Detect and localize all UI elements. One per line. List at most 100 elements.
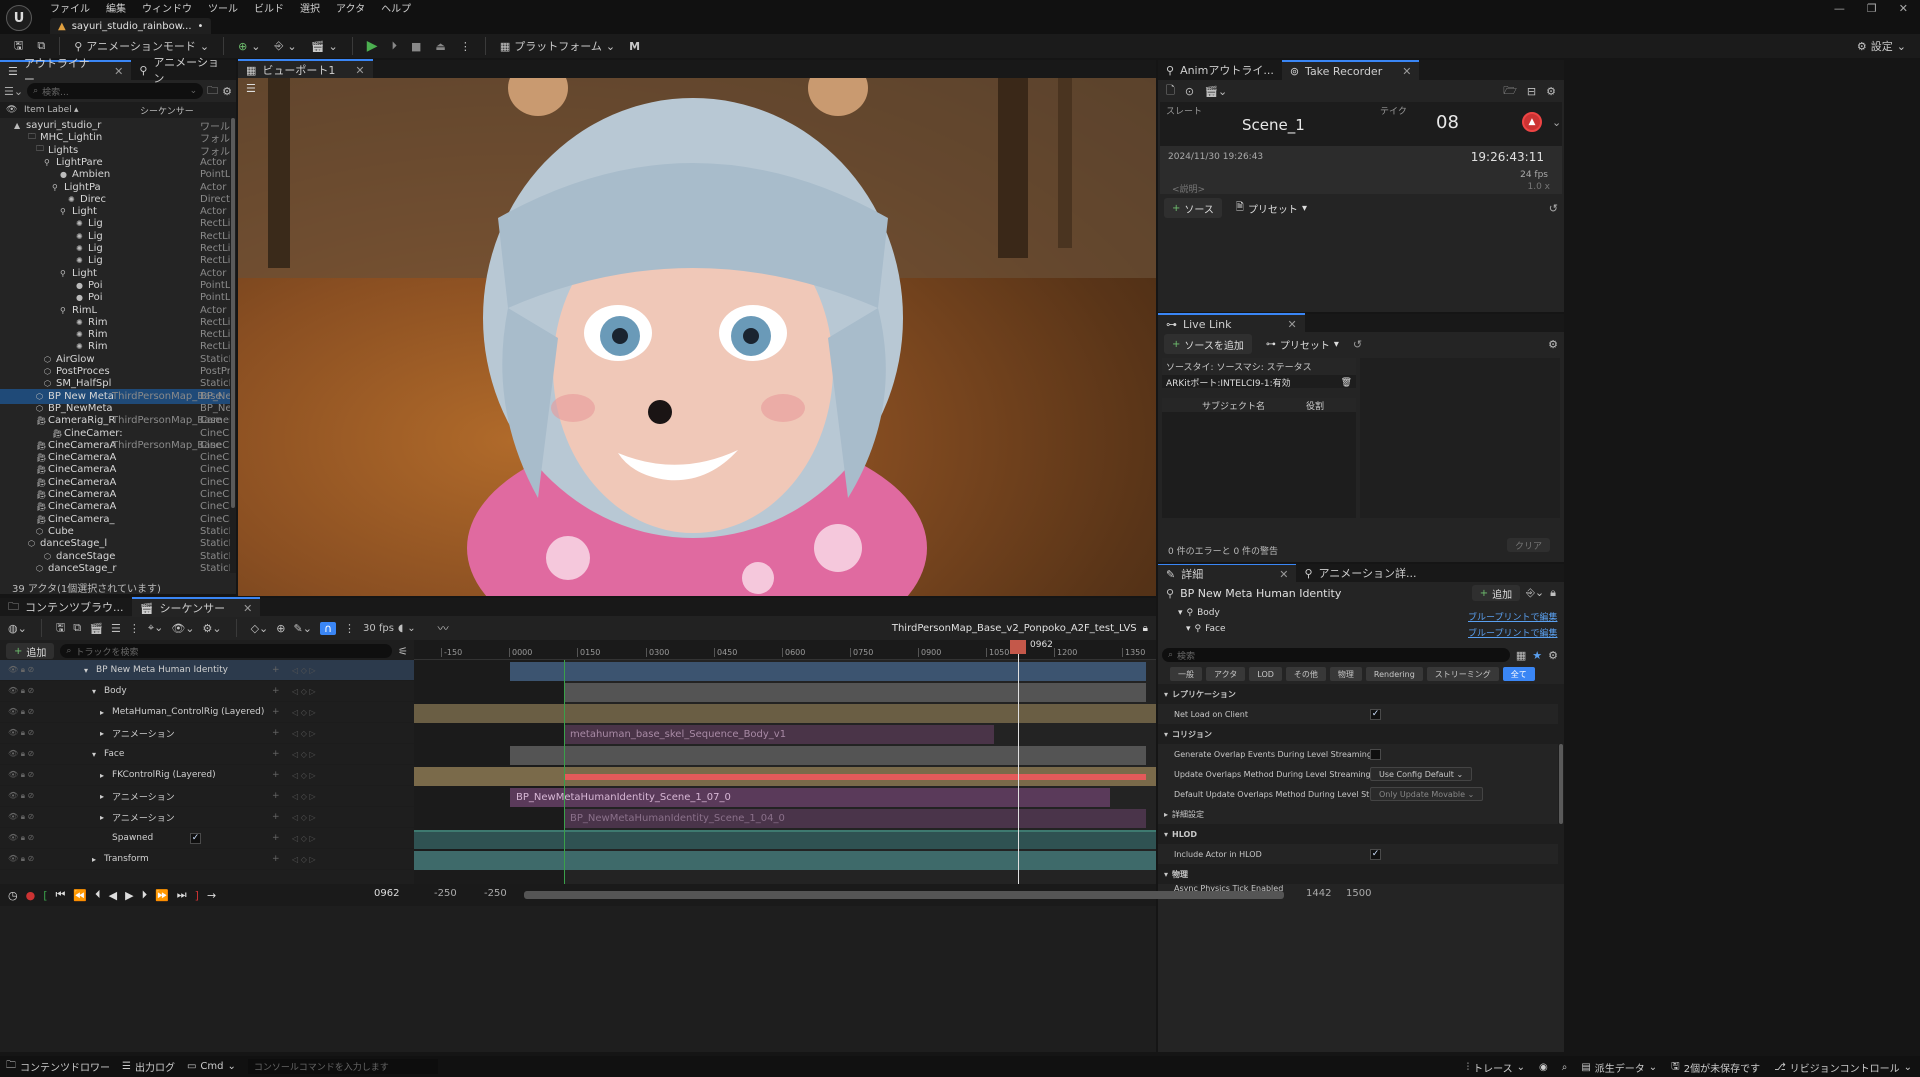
chevron-down-icon[interactable]: ⌄ — [1552, 116, 1561, 129]
key-icon[interactable]: ◇⌄ — [251, 622, 269, 635]
viewport-render[interactable]: ☰ — [238, 78, 1156, 596]
sequencer-track[interactable]: 👁︎ 🔒︎ ⊘ ▸ FKControlRig (Layered) + ◁ ◇ ▷ — [0, 765, 414, 786]
reset-icon[interactable]: ↺ — [1353, 338, 1362, 351]
playback-range-end[interactable]: 1442 — [1306, 888, 1331, 899]
reset-icon[interactable]: ↺ — [1549, 202, 1558, 215]
face-edit-blueprint-link[interactable]: ブループリントで編集 — [1468, 626, 1557, 639]
key-nav-icons[interactable]: ◁ ◇ ▷ — [292, 687, 316, 696]
tab-animation-details[interactable]: ⚲ アニメーション詳... — [1296, 564, 1424, 583]
track-toggles[interactable]: 👁︎ 🔒︎ ⊘ — [8, 770, 34, 780]
set-end-icon[interactable]: ] — [195, 889, 199, 902]
record-icon[interactable]: ● — [26, 889, 36, 902]
section-transform[interactable] — [414, 851, 1156, 870]
add-subtrack-icon[interactable]: + — [272, 833, 280, 843]
section-bp-new-meta[interactable] — [510, 662, 1146, 681]
sequencer-track[interactable]: 👁︎ 🔒︎ ⊘ ▸ アニメーション + ◁ ◇ ▷ — [0, 786, 414, 807]
menu-item[interactable]: 編集 — [106, 0, 126, 15]
more-icon[interactable]: ⋮ — [344, 622, 355, 635]
add-subtrack-icon[interactable]: + — [272, 728, 280, 738]
gear-icon[interactable]: ⚙ — [222, 85, 232, 98]
clip-face-scene-04[interactable]: BP_NewMetaHumanIdentity_Scene_1_04_0 — [564, 809, 1146, 828]
chevron-icon[interactable]: ▸ — [100, 729, 104, 738]
pencil-icon[interactable]: ✎⌄ — [294, 622, 312, 635]
save-icon[interactable]: 🖫 — [56, 619, 65, 638]
minimize-icon[interactable]: — — [1834, 2, 1845, 15]
subject-name-header[interactable]: サブジェクト名 — [1202, 399, 1265, 412]
close-icon[interactable]: ✕ — [1899, 2, 1908, 15]
playback-options-icon[interactable]: 👁︎⌄ — [171, 622, 194, 635]
revision-control-button[interactable]: ⎇ リビジョンコントロール ⌄ — [1774, 1060, 1912, 1075]
key-nav-icons[interactable]: ◁ ◇ ▷ — [292, 666, 316, 675]
star-icon[interactable]: ★ — [1532, 649, 1542, 662]
close-icon[interactable]: ✕ — [1402, 65, 1411, 78]
chevron-icon[interactable]: ▸ — [100, 813, 104, 822]
filter-icon[interactable]: ⚟ — [398, 645, 408, 658]
take-speed[interactable]: 1.0 x — [1528, 182, 1551, 192]
actions-icon[interactable]: ⌖⌄ — [148, 621, 163, 635]
console-input[interactable]: コンソールコマンドを入力します — [247, 1059, 438, 1074]
cinematics-button[interactable]: 🎬︎ ⌄ — [305, 34, 344, 58]
update-overlaps-dropdown[interactable]: Use Config Default ⌄ — [1370, 767, 1473, 781]
lock-icon[interactable]: 🔒︎ — [1550, 586, 1556, 600]
grid-icon[interactable]: ▦ — [1516, 649, 1526, 662]
component-body[interactable]: ▾ ⚲ Body — [1178, 608, 1220, 618]
curve-editor-icon[interactable]: 〰 — [438, 620, 449, 636]
world-icon[interactable]: ◍⌄ — [8, 622, 27, 635]
output-log-button[interactable]: ☰ 出力ログ — [122, 1059, 175, 1074]
key-options-icon[interactable]: ⚙⌄ — [203, 622, 222, 635]
restore-icon[interactable]: ❐ — [1867, 2, 1877, 15]
unreal-logo[interactable]: U — [6, 5, 32, 31]
timeline-area[interactable]: -150 0000 0150 0300 0450 0600 0750 0900 1050 1200… — [414, 640, 1156, 884]
key-nav-icons[interactable]: ◁ ◇ ▷ — [292, 855, 316, 864]
cmd-dropdown[interactable]: ▭ Cmd ⌄ — [187, 1061, 236, 1072]
close-icon[interactable]: ✕ — [1279, 568, 1288, 581]
unsaved-button[interactable]: 🖫 2個が未保存です — [1671, 1059, 1760, 1076]
jump-end-icon[interactable]: ⏭ — [177, 888, 187, 902]
filter-pill[interactable]: アクタ — [1206, 667, 1246, 681]
add-source-button[interactable]: + ソースを追加 — [1164, 334, 1252, 354]
clear-button[interactable]: クリア — [1506, 538, 1550, 552]
sequencer-track[interactable]: 👁︎ 🔒︎ ⊘ ▸ アニメーション + ◁ ◇ ▷ — [0, 723, 414, 744]
menu-item[interactable]: ウィンドウ — [142, 0, 192, 15]
track-toggles[interactable]: 👁︎ 🔒︎ ⊘ — [8, 791, 34, 801]
key-all-icon[interactable]: ⊕ — [276, 622, 285, 635]
trash-icon[interactable]: 🗑︎ — [1341, 378, 1352, 388]
add-track-button[interactable]: + 追加 — [6, 643, 55, 659]
filter-pill[interactable]: Rendering — [1365, 667, 1423, 681]
layout-icon[interactable]: ⊟ — [1527, 85, 1536, 98]
eject-button[interactable]: ⏏ — [429, 34, 451, 58]
add-subtrack-icon[interactable]: + — [272, 749, 280, 759]
project-tab[interactable]: ▲ sayuri_studio_rainbow... • — [50, 18, 212, 34]
timeline-scroll-thumb[interactable] — [524, 891, 1284, 899]
next-key-icon[interactable]: ⏩ — [155, 889, 169, 902]
sequencer-track[interactable]: 👁︎ 🔒︎ ⊘ Spawned ✓ + ◁ ◇ ▷ — [0, 828, 414, 849]
sequencer-track[interactable]: 👁︎ 🔒︎ ⊘ ▸ アニメーション + ◁ ◇ ▷ — [0, 807, 414, 828]
folder-icon[interactable]: 🗁 — [1503, 82, 1517, 101]
section-body[interactable] — [564, 683, 1146, 702]
snap-button[interactable]: ∩ — [319, 621, 336, 635]
view-range-end[interactable]: 1500 — [1346, 888, 1371, 899]
time-icon[interactable]: ◷ — [8, 889, 18, 902]
track-toggles[interactable]: 👁︎ 🔒︎ ⊘ — [8, 728, 34, 738]
role-header[interactable]: 役割 — [1306, 399, 1324, 412]
metahuman-icon[interactable]: M — [623, 34, 646, 58]
clapper-icon[interactable]: 🎬︎⌄ — [1204, 85, 1227, 98]
section-replication[interactable]: ▾ レプリケーション — [1158, 684, 1564, 704]
tab-details[interactable]: ✎ 詳細 ✕ — [1158, 564, 1297, 583]
column-sequencer[interactable]: シーケンサー — [140, 104, 194, 117]
add-subtrack-icon[interactable]: + — [272, 707, 280, 717]
section-hlod[interactable]: ▾ HLOD — [1158, 824, 1564, 844]
new-take-icon[interactable]: 🗋 — [1166, 82, 1175, 101]
close-icon[interactable]: ✕ — [1288, 318, 1297, 331]
content-drawer-button[interactable]: 🗀 コンテンツドロワー — [6, 1058, 110, 1075]
body-edit-blueprint-link[interactable]: ブループリントで編集 — [1468, 610, 1557, 623]
tab-live-link[interactable]: ⊶ Live Link ✕ — [1158, 313, 1305, 333]
tab-sequencer[interactable]: 🎬︎ シーケンサー ✕ — [131, 597, 261, 617]
filter-pill[interactable]: 一般 — [1170, 667, 1202, 681]
add-subtrack-icon[interactable]: + — [272, 770, 280, 780]
tab-viewport[interactable]: ▦ ビューポート1 ✕ — [238, 59, 373, 79]
range-start-marker[interactable] — [564, 660, 565, 884]
filter-pill[interactable]: 全て — [1502, 667, 1535, 681]
spawned-checkbox[interactable]: ✓ — [190, 832, 201, 844]
sequencer-track[interactable]: 👁︎ 🔒︎ ⊘ ▸ Transform + ◁ ◇ ▷ — [0, 849, 414, 870]
